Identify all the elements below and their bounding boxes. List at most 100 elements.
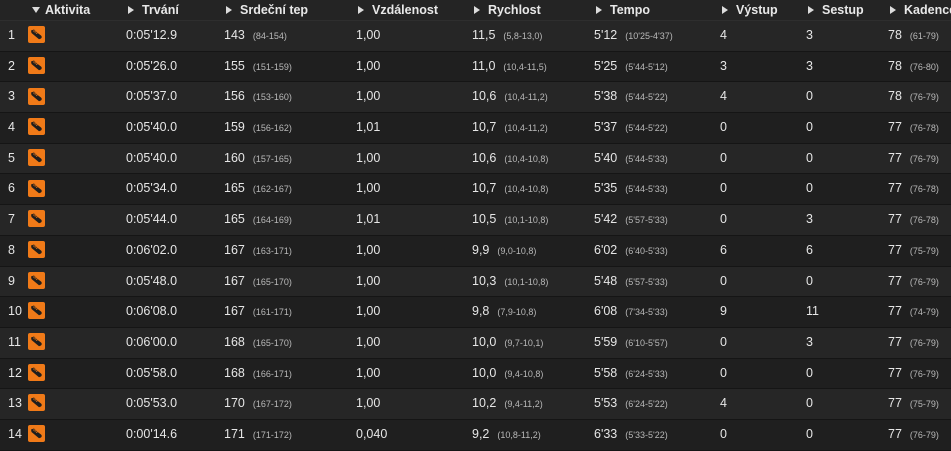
running-shoe-icon [28, 148, 45, 166]
descent-cell: 0 [804, 174, 886, 206]
speed-cell: 10,5 (10,1-10,8) [470, 205, 592, 236]
heart-rate-cell: 159 (156-162) [222, 113, 354, 144]
duration-cell: 0:05'34.0 [124, 174, 222, 206]
header-heart-rate[interactable]: Srdeční tep [222, 0, 354, 21]
ascent-cell: 0 [718, 174, 804, 206]
cadence-cell: 77 (76-78) [886, 113, 951, 144]
distance-cell: 1,01 [354, 113, 470, 144]
speed-range: (10,1-10,8) [504, 276, 549, 287]
heart-rate-cell: 160 (157-165) [222, 143, 354, 175]
heart-rate-range: (165-170) [252, 337, 292, 348]
pace-cell: 5'37 (5'44-5'22) [592, 113, 718, 144]
heart-rate-range: (166-171) [252, 368, 292, 379]
cadence-range: (76-79) [909, 92, 939, 103]
running-shoe-icon [28, 333, 45, 351]
speed-cell: 10,0 (9,4-10,8) [470, 358, 592, 390]
heart-rate-value: 170 [224, 396, 245, 411]
speed-range: (10,4-10,8) [504, 153, 549, 164]
distance-cell: 1,00 [354, 143, 470, 175]
expand-arrow-icon[interactable] [722, 6, 728, 14]
cadence-value: 77 [888, 120, 902, 135]
speed-value: 11,5 [472, 28, 496, 42]
header-distance-label: Vzdálenost [372, 3, 438, 17]
heart-rate-value: 171 [224, 426, 245, 441]
cadence-cell: 78 (61-79) [886, 21, 951, 52]
lap-number: 8 [0, 235, 26, 267]
heart-rate-range: (162-167) [252, 184, 292, 195]
cadence-range: (75-79) [909, 245, 939, 256]
expand-arrow-icon[interactable] [596, 6, 602, 14]
cadence-cell: 78 (76-80) [886, 51, 951, 83]
heart-rate-range: (167-172) [252, 399, 292, 410]
distance-cell: 1,00 [354, 21, 470, 52]
expand-arrow-icon[interactable] [128, 6, 134, 14]
speed-cell: 9,8 (7,9-10,8) [470, 297, 592, 328]
lap-number: 3 [0, 82, 26, 114]
heart-rate-cell: 167 (161-171) [222, 297, 354, 328]
distance-cell: 1,00 [354, 327, 470, 359]
heart-rate-range: (156-162) [252, 123, 292, 134]
activity-cell [26, 113, 124, 144]
heart-rate-range: (157-165) [252, 153, 292, 164]
running-shoe-icon [28, 26, 45, 44]
header-duration[interactable]: Trvání [124, 0, 222, 21]
expand-arrow-icon[interactable] [226, 6, 232, 14]
descent-cell: 11 [804, 297, 886, 328]
pace-range: (7'34-5'33) [625, 307, 668, 318]
pace-range: (5'57-5'33) [625, 276, 668, 287]
expand-arrow-icon[interactable] [808, 6, 814, 14]
descent-cell: 0 [804, 82, 886, 114]
cadence-cell: 77 (76-78) [886, 205, 951, 236]
heart-rate-value: 168 [224, 365, 245, 380]
distance-cell: 1,00 [354, 266, 470, 298]
speed-value: 10,0 [472, 334, 497, 349]
expand-arrow-icon[interactable] [474, 6, 480, 14]
heart-rate-value: 165 [224, 181, 245, 196]
pace-value: 5'12 [594, 28, 618, 42]
pace-value: 5'38 [594, 89, 618, 104]
header-activity[interactable]: Aktivita [26, 0, 124, 21]
heart-rate-cell: 165 (162-167) [222, 174, 354, 206]
duration-cell: 0:05'37.0 [124, 82, 222, 114]
lap-number: 7 [0, 205, 26, 236]
speed-value: 10,6 [472, 150, 497, 165]
descent-cell: 0 [804, 113, 886, 144]
cadence-range: (76-79) [909, 429, 939, 440]
duration-cell: 0:05'12.9 [124, 21, 222, 52]
header-descent[interactable]: Sestup [804, 0, 886, 21]
cadence-cell: 77 (76-79) [886, 266, 951, 298]
lap-number: 12 [0, 358, 26, 390]
cadence-range: (75-79) [909, 399, 939, 410]
duration-cell: 0:00'14.6 [124, 419, 222, 451]
cadence-value: 77 [888, 396, 902, 411]
sort-desc-icon[interactable] [32, 7, 40, 13]
pace-cell: 6'08 (7'34-5'33) [592, 297, 718, 328]
expand-arrow-icon[interactable] [890, 6, 896, 14]
running-shoe-icon [28, 302, 45, 320]
header-speed[interactable]: Rychlost [470, 0, 592, 21]
cadence-value: 78 [888, 89, 902, 104]
descent-cell: 6 [804, 235, 886, 267]
ascent-cell: 0 [718, 327, 804, 359]
header-cadence-label: Kadence [904, 3, 951, 17]
pace-value: 5'42 [594, 212, 618, 227]
activity-cell [26, 297, 124, 328]
speed-cell: 10,0 (9,7-10,1) [470, 327, 592, 359]
distance-cell: 1,00 [354, 174, 470, 206]
speed-range: (7,9-10,8) [497, 307, 537, 318]
header-ascent[interactable]: Výstup [718, 0, 804, 21]
cadence-value: 77 [888, 242, 902, 257]
running-shoe-icon [28, 241, 45, 259]
cadence-cell: 77 (76-79) [886, 327, 951, 359]
speed-value: 10,2 [472, 396, 497, 411]
header-activity-label: Aktivita [45, 3, 91, 17]
pace-cell: 6'33 (5'33-5'22) [592, 419, 718, 451]
header-cadence[interactable]: Kadence [886, 0, 951, 21]
cadence-range: (76-79) [909, 368, 939, 379]
pace-range: (6'24-5'22) [625, 399, 668, 410]
header-pace[interactable]: Tempo [592, 0, 718, 21]
header-speed-label: Rychlost [488, 3, 541, 17]
expand-arrow-icon[interactable] [358, 6, 364, 14]
ascent-cell: 0 [718, 205, 804, 236]
header-distance[interactable]: Vzdálenost [354, 0, 470, 21]
